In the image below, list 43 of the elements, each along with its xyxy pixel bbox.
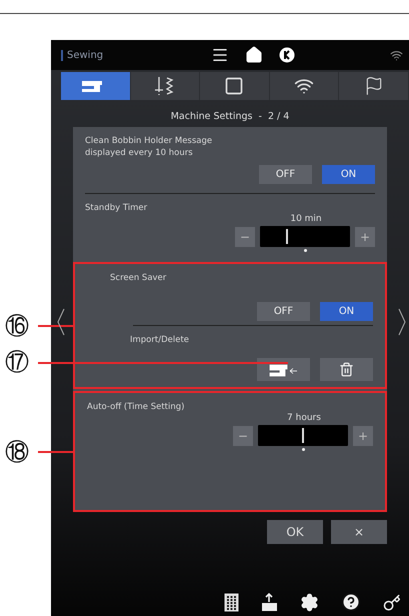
- increase-button[interactable]: +: [353, 426, 373, 446]
- increase-button[interactable]: +: [355, 226, 375, 246]
- settings-icon[interactable]: [300, 593, 319, 612]
- frame-icon: [224, 76, 244, 96]
- home-icon[interactable]: [245, 46, 263, 64]
- grid-document-icon[interactable]: [224, 593, 239, 612]
- callout-number: ⑱: [5, 439, 29, 465]
- wifi-signal-icon: [390, 48, 403, 62]
- setting-label: Screen Saver: [110, 272, 166, 284]
- setting-label: Import/Delete: [130, 334, 190, 346]
- slider-reading: 10 min: [289, 214, 323, 224]
- slider-reading: 7 hours: [286, 413, 322, 423]
- menu-icon[interactable]: [211, 46, 229, 64]
- upload-tray-icon[interactable]: [261, 593, 278, 612]
- setting-label: Auto-off (Time Setting): [87, 401, 184, 413]
- category-tab[interactable]: [61, 72, 131, 100]
- callout-number: ⑯: [5, 313, 29, 339]
- toggle-option[interactable]: OFF: [259, 165, 312, 184]
- toggle-option[interactable]: OFF: [257, 302, 310, 321]
- toggle-option[interactable]: ON: [320, 302, 373, 321]
- circle-logo-icon[interactable]: [279, 47, 295, 63]
- mode-title: Sewing: [61, 50, 211, 60]
- default-marker: [302, 448, 305, 451]
- import-button[interactable]: [257, 358, 310, 381]
- page-title: Machine Settings - 2 / 4: [170, 111, 290, 122]
- decrease-button[interactable]: −: [235, 226, 255, 246]
- machine-import-icon: [268, 362, 298, 376]
- callout-number: ⑰: [5, 349, 29, 375]
- chevron-right-icon[interactable]: [398, 308, 406, 336]
- setting-label: Standby Timer: [85, 202, 148, 214]
- delete-button[interactable]: [320, 358, 373, 381]
- decrease-button[interactable]: −: [233, 426, 253, 446]
- chevron-left-icon[interactable]: [57, 308, 65, 336]
- slider-track[interactable]: [260, 226, 350, 247]
- trash-icon: [339, 362, 354, 377]
- key-icon[interactable]: [383, 594, 401, 612]
- ok-button[interactable]: OK: [267, 520, 323, 544]
- setting-label: Clean Bobbin Holder Message displayed every 10 hours: [85, 135, 214, 159]
- cancel-button[interactable]: ×: [331, 520, 387, 544]
- default-marker: [304, 249, 307, 252]
- help-icon[interactable]: [341, 592, 361, 612]
- toggle-option[interactable]: ON: [322, 165, 375, 184]
- slider-track[interactable]: [258, 425, 348, 446]
